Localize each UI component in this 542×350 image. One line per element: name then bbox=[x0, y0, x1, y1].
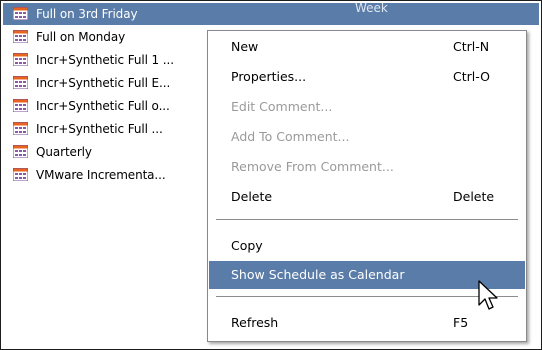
menu-item-shortcut: Ctrl-O bbox=[453, 69, 490, 84]
calendar-grid-icon bbox=[13, 53, 28, 66]
menu-separator bbox=[216, 219, 518, 221]
menu-item-label: Properties... bbox=[231, 69, 307, 84]
menu-item-label: Delete bbox=[231, 189, 273, 204]
menu-separator bbox=[216, 296, 518, 298]
column-header-partial: Week bbox=[355, 1, 388, 15]
menu-item-label: Copy bbox=[231, 238, 263, 253]
calendar-grid-icon bbox=[13, 122, 28, 135]
menu-item-label: Refresh bbox=[231, 315, 279, 330]
list-item[interactable]: Full on 3rd Friday bbox=[3, 3, 208, 25]
list-item[interactable]: Incr+Synthetic Full E... bbox=[3, 72, 208, 94]
list-item-label: Quarterly bbox=[36, 145, 92, 159]
menu-item-copy[interactable]: Copy bbox=[209, 232, 525, 260]
list-item-label: Full on 3rd Friday bbox=[36, 7, 138, 21]
list-item-label: VMware Incrementa... bbox=[36, 168, 166, 182]
list-item-label: Incr+Synthetic Full ... bbox=[36, 122, 163, 136]
menu-item-label: Edit Comment... bbox=[231, 99, 333, 114]
menu-item-properties[interactable]: Properties... Ctrl-O bbox=[209, 63, 525, 91]
menu-item-shortcut: Ctrl-N bbox=[453, 39, 490, 54]
menu-item-label: New bbox=[231, 39, 259, 54]
list-item-selection-extension: Week bbox=[208, 1, 539, 25]
menu-item-edit-comment[interactable]: Edit Comment... bbox=[209, 93, 525, 121]
list-item[interactable]: Incr+Synthetic Full o... bbox=[3, 95, 208, 117]
list-item[interactable]: Incr+Synthetic Full 1 ... bbox=[3, 49, 208, 71]
list-item-label: Incr+Synthetic Full o... bbox=[36, 99, 170, 113]
calendar-grid-icon bbox=[13, 99, 28, 112]
list-item-label: Full on Monday bbox=[36, 30, 126, 44]
list-item[interactable]: Incr+Synthetic Full ... bbox=[3, 118, 208, 140]
calendar-grid-icon bbox=[13, 168, 28, 181]
menu-item-shortcut: Delete bbox=[453, 189, 495, 204]
list-item-label: Incr+Synthetic Full 1 ... bbox=[36, 53, 174, 67]
menu-item-label: Add To Comment... bbox=[231, 129, 350, 144]
mouse-pointer-icon bbox=[478, 280, 498, 310]
list-item-label: Incr+Synthetic Full E... bbox=[36, 76, 171, 90]
menu-item-label: Remove From Comment... bbox=[231, 159, 394, 174]
menu-item-new[interactable]: New Ctrl-N bbox=[209, 33, 525, 61]
menu-item-label: Show Schedule as Calendar bbox=[231, 267, 405, 282]
list-item[interactable]: Quarterly bbox=[3, 141, 208, 163]
calendar-grid-icon bbox=[13, 7, 28, 20]
calendar-grid-icon bbox=[13, 76, 28, 89]
list-item[interactable]: VMware Incrementa... bbox=[3, 164, 208, 186]
list-item[interactable]: Full on Monday bbox=[3, 26, 208, 48]
menu-item-add-to-comment[interactable]: Add To Comment... bbox=[209, 123, 525, 151]
calendar-grid-icon bbox=[13, 30, 28, 43]
menu-item-remove-from-comment[interactable]: Remove From Comment... bbox=[209, 153, 525, 181]
calendar-grid-icon bbox=[13, 145, 28, 158]
menu-item-shortcut: F5 bbox=[453, 315, 469, 330]
menu-item-delete[interactable]: Delete Delete bbox=[209, 183, 525, 211]
